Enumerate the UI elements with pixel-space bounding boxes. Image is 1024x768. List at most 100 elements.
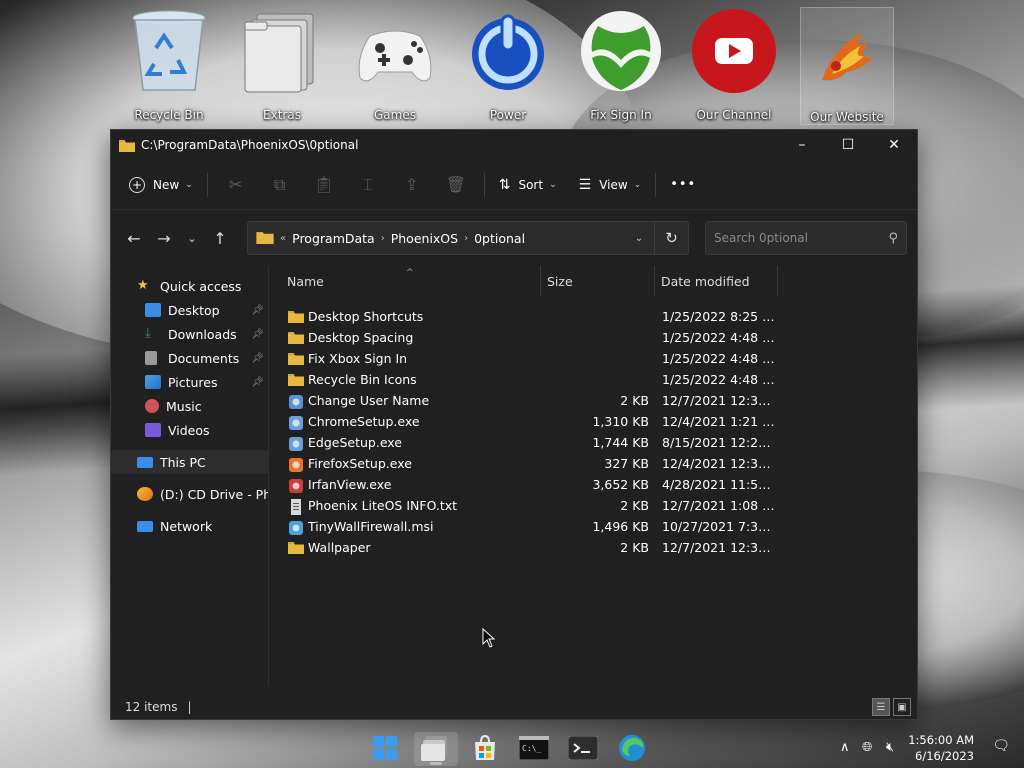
desktop-icon-power[interactable]: Power [452,6,564,124]
desktop-icon-games[interactable]: Games [339,6,451,124]
file-row[interactable]: Recycle Bin Icons 1/25/2022 4:48 PM [269,369,917,390]
file-row[interactable]: TinyWallFirewall.msi 1,496 KB 10/27/2021 7… [269,516,917,537]
file-row[interactable]: Fix Xbox Sign In 1/25/2022 4:48 PM [269,348,917,369]
taskbar-file-explorer[interactable] [414,732,458,766]
start-button[interactable] [363,732,407,766]
file-rows: Desktop Shortcuts 1/25/2022 8:25 PM Deskto… [269,306,917,558]
taskbar-store[interactable] [463,732,507,766]
desktop-icon-label: Recycle Bin [134,108,204,122]
taskbar-edge[interactable] [610,732,654,766]
large-icons-view-icon[interactable]: ▣ [893,698,911,716]
view-button[interactable]: ☰ View ⌄ [571,169,650,201]
nav-label: Videos [168,422,210,438]
desktop-icon-extras[interactable]: Extras [226,6,338,124]
file-row[interactable]: FirefoxSetup.exe 327 KB 12/4/2021 12:38 AM [269,453,917,474]
nav-item-music[interactable]: Music [111,394,268,418]
nav-cd-drive[interactable]: (D:) CD Drive - PhoenixOS [111,482,268,506]
column-date-modified[interactable]: Date modified [655,266,778,296]
close-button[interactable]: ✕ [871,130,917,160]
column-name[interactable]: Name [281,266,541,296]
terminal-icon [567,735,599,763]
minimize-button[interactable]: – [779,130,825,160]
desktop-icon-recycle-bin[interactable]: Recycle Bin [113,6,225,124]
file-date-modified: 1/25/2022 4:48 PM [662,330,776,345]
desktop-icon-our-website[interactable]: Our Website [800,7,894,125]
up-arrow-icon[interactable]: ↑ [205,223,235,253]
recent-locations-chevron-icon[interactable]: ⌄ [179,223,205,253]
file-row[interactable]: Change User Name 2 KB 12/7/2021 12:33 PM [269,390,917,411]
back-arrow-icon[interactable]: ← [119,223,149,253]
cut-icon[interactable]: ✂ [214,169,258,201]
breadcrumb-0ptional[interactable]: 0ptional [474,231,525,246]
more-options-button[interactable]: ••• [662,169,704,201]
details-view-icon[interactable]: ☰ [872,698,890,716]
pin-icon: 📌︎ [251,352,264,364]
taskbar-terminal[interactable] [561,732,605,766]
nav-label: Documents [168,350,240,366]
maximize-button[interactable]: ☐ [825,130,871,160]
nav-item-pictures[interactable]: Pictures 📌︎ [111,370,268,394]
file-row[interactable]: Phoenix LiteOS INFO.txt 2 KB 12/7/2021 1:0… [269,495,917,516]
forward-arrow-icon[interactable]: → [149,223,179,253]
folder-icon [119,139,135,152]
chevron-right-icon[interactable]: › [381,233,385,244]
file-size: 1,744 KB [592,435,649,450]
folder-stack-icon [239,8,325,94]
nav-item-downloads[interactable]: ⤓ Downloads 📌︎ [111,322,268,346]
address-history-chevron-icon[interactable]: ⌄ [624,233,654,244]
nav-item-videos[interactable]: Videos [111,418,268,442]
globe-no-internet-icon[interactable]: 🌐︎ [862,740,872,755]
paste-icon[interactable]: 📋︎ [302,169,346,201]
status-bar: 12 items | ☰ ▣ [111,695,917,719]
clock[interactable]: 1:56:00 AM 6/16/2023 [908,732,974,764]
taskbar: C:\_ ∧ 🌐︎ 🔇︎ 1:56:00 AM 6/16/2023 🗨︎ [0,728,1024,768]
title-bar[interactable]: C:\ProgramData\PhoenixOS\0ptional – ☐ ✕ [111,130,917,160]
column-size[interactable]: Size [541,266,655,296]
file-name: Desktop Spacing [308,330,414,345]
divider [483,172,485,197]
pin-icon: 📌︎ [251,304,264,316]
taskbar-command-prompt[interactable]: C:\_ [512,732,556,766]
file-row[interactable]: ChromeSetup.exe 1,310 KB 12/4/2021 1:21 AM [269,411,917,432]
desktop-icon-fix-sign-in[interactable]: Fix Sign In [565,6,677,124]
folder-icon [288,331,304,345]
nav-item-documents[interactable]: Documents 📌︎ [111,346,268,370]
sort-button[interactable]: ⇅ Sort ⌄ [491,169,565,201]
chevron-down-icon: ⌄ [633,179,642,190]
file-row[interactable]: Wallpaper 2 KB 12/7/2021 12:39 PM [269,537,917,558]
address-bar[interactable]: « ProgramData › PhoenixOS › 0ptional ⌄ ↻ [247,221,689,255]
address-overflow[interactable]: « [280,233,286,244]
copy-icon[interactable]: ⧉ [258,169,302,201]
nav-item-desktop[interactable]: Desktop 📌︎ [111,298,268,322]
file-row[interactable]: EdgeSetup.exe 1,744 KB 8/15/2021 12:24 AM [269,432,917,453]
plus-circle-icon: + [129,176,145,193]
search-input[interactable]: Search 0ptional ⚲ [705,221,907,255]
nav-this-pc[interactable]: This PC [111,450,268,474]
chevron-right-icon[interactable]: › [464,233,468,244]
chevron-up-icon[interactable]: ∧ [840,740,850,755]
file-date-modified: 10/27/2021 7:36 PM [662,519,776,534]
nav-network[interactable]: Network [111,514,268,538]
navigation-row: ← → ⌄ ↑ « ProgramData › PhoenixOS › 0pti… [111,210,917,266]
share-icon[interactable]: ⇪ [390,169,434,201]
file-size: 1,496 KB [592,519,649,534]
notification-icon[interactable]: 🗨︎ [992,738,1010,754]
file-date-modified: 12/7/2021 1:08 PM [662,498,776,513]
shortcut-user-icon [288,394,304,409]
rename-icon[interactable]: ⌶ [346,169,390,201]
nav-label: Network [160,518,213,534]
file-row[interactable]: IrfanView.exe 3,652 KB 4/28/2021 11:56 PM [269,474,917,495]
refresh-icon[interactable]: ↻ [654,222,688,254]
breadcrumb-programdata[interactable]: ProgramData [292,231,375,246]
delete-icon[interactable]: 🗑︎ [434,169,478,201]
desktop-icon-our-channel[interactable]: Our Channel [678,6,790,124]
file-row[interactable]: Desktop Spacing 1/25/2022 4:48 PM [269,327,917,348]
item-count: 12 items [125,700,178,714]
breadcrumb-phoenixos[interactable]: PhoenixOS [391,231,458,246]
file-row[interactable]: Desktop Shortcuts 1/25/2022 8:25 PM [269,306,917,327]
speaker-muted-icon[interactable]: 🔇︎ [886,740,894,755]
svg-text:C:\_: C:\_ [522,744,541,753]
new-button[interactable]: + New ⌄ [121,169,201,201]
desktop-icon [145,303,161,317]
nav-quick-access[interactable]: ★ Quick access [111,274,268,298]
